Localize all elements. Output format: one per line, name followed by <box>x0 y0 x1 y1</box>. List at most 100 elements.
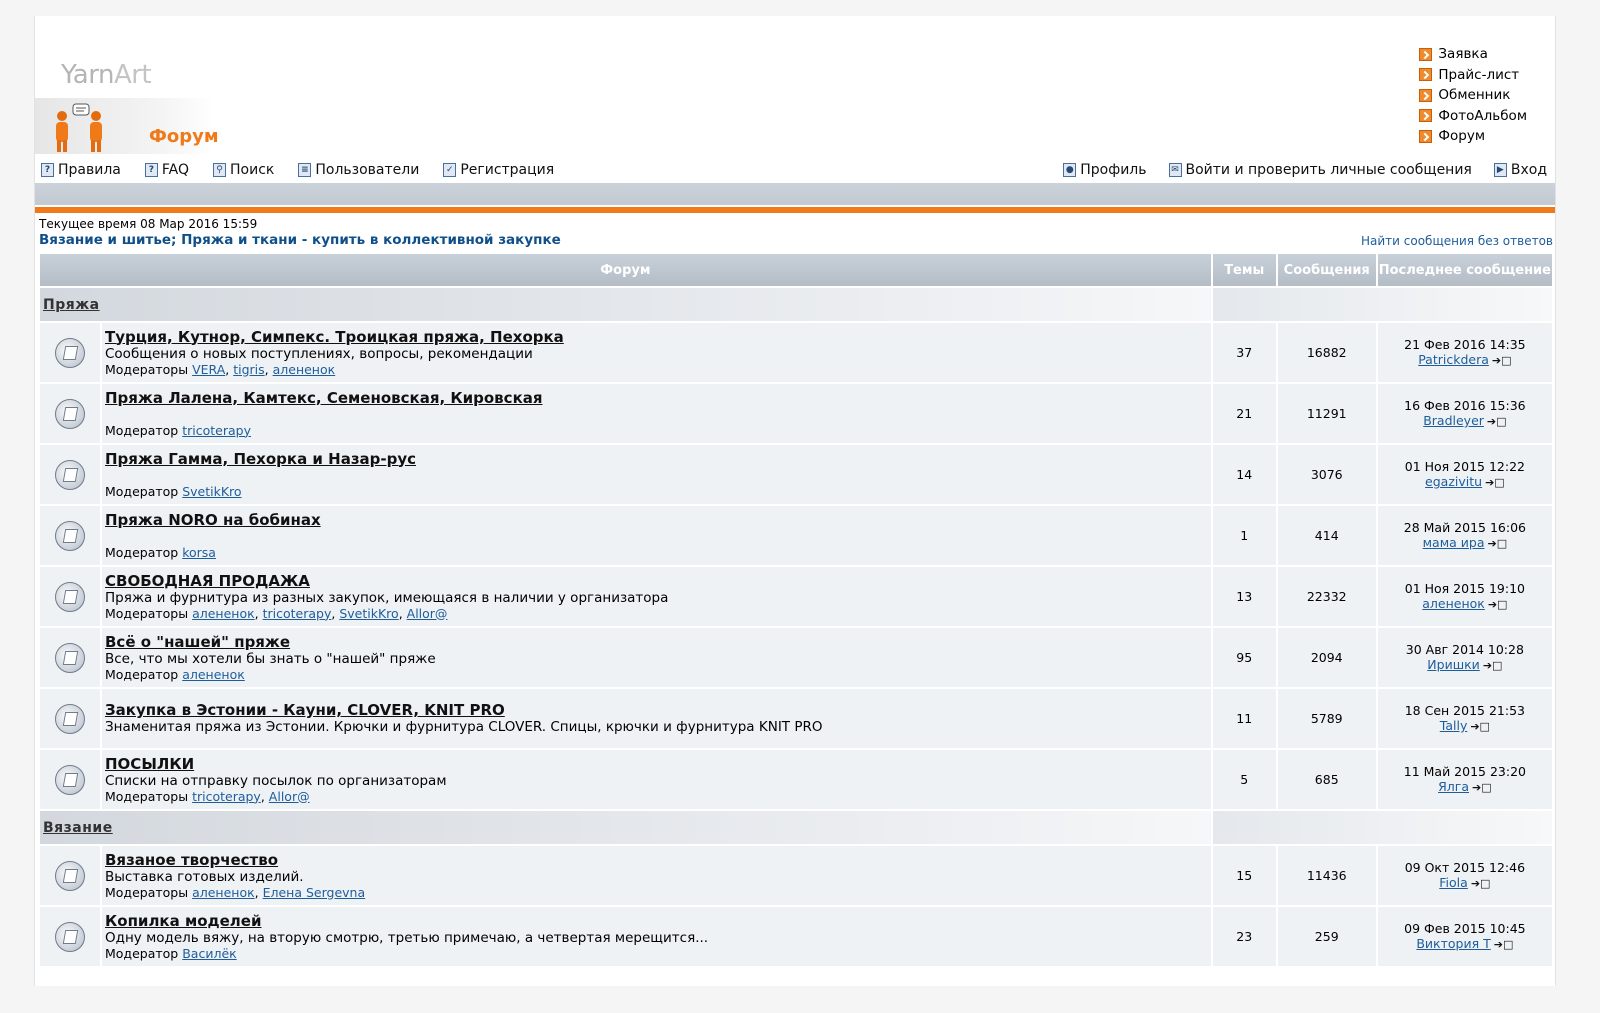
quick-link-photo-album[interactable]: ФотоАльбом <box>1419 106 1527 127</box>
forum-row: Турция, Кутнор, Симпекс. Троицкая пряжа,… <box>40 323 1552 382</box>
help-icon: ? <box>144 163 158 177</box>
forum-folder-icon <box>55 921 85 952</box>
moderator-link[interactable]: SvetikKro <box>182 484 241 499</box>
arrow-icon <box>1419 68 1433 82</box>
moderator-link[interactable]: SvetikKro <box>339 606 398 621</box>
last-post-author-link[interactable]: Fiola <box>1439 875 1468 890</box>
forum-info: Турция, Кутнор, Симпекс. Троицкая пряжа,… <box>102 323 1211 382</box>
header-posts: Сообщения <box>1277 254 1376 286</box>
goto-last-post-icon[interactable]: ➔□ <box>1471 876 1491 891</box>
forum-title-link[interactable]: ПОСЫЛКИ <box>105 755 1211 773</box>
forum-info: Закупка в Эстонии - Кауни, CLOVER, KNIT … <box>102 689 1211 748</box>
category-cell: Пряжа <box>40 288 1211 321</box>
breadcrumb[interactable]: Вязание и шитье; Пряжа и ткани - купить … <box>39 232 561 248</box>
quick-link-exchange[interactable]: Обменник <box>1419 85 1527 106</box>
quick-link-forum[interactable]: Форум <box>1419 126 1527 147</box>
last-post-author-line: алененок ➔□ <box>1379 596 1551 612</box>
forum-topics-count: 14 <box>1212 445 1276 504</box>
forum-title-link[interactable]: Пряжа NORO на бобинах <box>105 511 1211 529</box>
moderators-label: Модератор <box>105 422 179 438</box>
moderator-link[interactable]: tricoterapy <box>263 606 332 621</box>
moderators-label: Модератор <box>105 666 179 682</box>
forum-row: Пряжа Гамма, Пехорка и Назар-рус Модерато… <box>40 445 1552 504</box>
nav-private-messages[interactable]: ✉ Войти и проверить личные сообщения <box>1168 160 1472 180</box>
last-post-author-link[interactable]: egazivitu <box>1425 474 1482 489</box>
goto-last-post-icon[interactable]: ➔□ <box>1487 536 1507 551</box>
quick-link-zayavka[interactable]: Заявка <box>1419 44 1527 65</box>
moderators-label: Модераторы <box>105 788 189 804</box>
forum-title-link[interactable]: Пряжа Гамма, Пехорка и Назар-рус <box>105 450 1211 468</box>
forum-posts-count: 414 <box>1277 506 1376 565</box>
last-post-author-line: egazivitu ➔□ <box>1379 474 1551 490</box>
moderator-link[interactable]: алененок <box>192 606 255 621</box>
site-logo[interactable]: YarnArt Форум <box>35 16 265 156</box>
last-post-author-link[interactable]: мама ира <box>1423 535 1485 550</box>
forum-info: Пряжа Лалена, Камтекс, Семеновская, Киро… <box>102 384 1211 443</box>
moderator-link[interactable]: алененок <box>182 667 245 682</box>
forum-posts-count: 2094 <box>1277 628 1376 687</box>
goto-last-post-icon[interactable]: ➔□ <box>1470 719 1490 734</box>
goto-last-post-icon[interactable]: ➔□ <box>1487 414 1507 429</box>
last-post-date: 09 Фев 2015 10:45 <box>1404 921 1526 936</box>
moderator-link[interactable]: алененок <box>192 885 255 900</box>
forum-moderators: Модератор SvetikKro <box>105 484 1211 499</box>
moderator-link[interactable]: Василёк <box>182 946 236 961</box>
arrow-icon <box>1419 129 1433 143</box>
moderator-link[interactable]: Allor@ <box>269 789 310 804</box>
forum-row: Вязаное творчество Выставка готовых издел… <box>40 846 1552 905</box>
moderator-link[interactable]: tigris <box>233 362 264 377</box>
nav-login[interactable]: ▶ Вход <box>1493 160 1547 180</box>
category-title[interactable]: Вязание <box>43 820 113 836</box>
forum-moderators: Модераторы алененок, tricoterapy, Svetik… <box>105 605 448 621</box>
forum-last-post: 30 Авг 2014 10:28 Иришки ➔□ <box>1377 628 1552 687</box>
moderator-link[interactable]: korsa <box>182 545 216 560</box>
last-post-author-link[interactable]: Bradleyer <box>1423 413 1484 428</box>
moderator-link[interactable]: Allor@ <box>407 606 448 621</box>
nav-members[interactable]: ≡ Пользователи <box>298 160 419 180</box>
forum-title-link[interactable]: СВОБОДНАЯ ПРОДАЖА <box>105 572 1211 590</box>
goto-last-post-icon[interactable]: ➔□ <box>1492 353 1512 368</box>
last-post-author-link[interactable]: Виктория Т <box>1416 936 1490 951</box>
last-post-date: 11 Май 2015 23:20 <box>1403 764 1526 779</box>
forum-topics-count: 37 <box>1212 323 1276 382</box>
goto-last-post-icon[interactable]: ➔□ <box>1494 937 1514 952</box>
last-post-author-link[interactable]: Ялга <box>1438 779 1469 794</box>
goto-last-post-icon[interactable]: ➔□ <box>1472 780 1492 795</box>
category-title[interactable]: Пряжа <box>43 297 100 313</box>
last-post-author-link[interactable]: Tally <box>1440 718 1468 733</box>
nav-faq[interactable]: ? FAQ <box>144 160 189 180</box>
last-post-author-line: Fiola ➔□ <box>1379 875 1551 891</box>
forum-folder-icon <box>55 642 85 673</box>
forum-title-link[interactable]: Вязаное творчество <box>105 851 1211 869</box>
moderator-link[interactable]: алененок <box>273 362 336 377</box>
nav-profile[interactable]: ● Профиль <box>1063 160 1147 180</box>
quick-link-price-list[interactable]: Прайс-лист <box>1419 65 1527 86</box>
goto-last-post-icon[interactable]: ➔□ <box>1485 475 1505 490</box>
unanswered-posts-link[interactable]: Найти сообщения без ответов <box>1361 234 1553 248</box>
last-post-author-link[interactable]: Patrickdera <box>1418 352 1489 367</box>
forum-title-link[interactable]: Всё о "нашей" пряже <box>105 633 1211 651</box>
nav-search[interactable]: ⚲ Поиск <box>213 160 274 180</box>
forum-title-link[interactable]: Копилка моделей <box>105 912 1211 930</box>
moderator-link[interactable]: VERA <box>192 362 225 377</box>
moderator-link[interactable]: tricoterapy <box>192 789 261 804</box>
forum-icon-cell <box>40 323 100 382</box>
last-post-author-line: Tally ➔□ <box>1379 718 1551 734</box>
forum-folder-icon <box>55 860 85 891</box>
page: YarnArt Форум Заявка Прайс-лист Обменник… <box>34 16 1556 986</box>
moderator-link[interactable]: tricoterapy <box>182 423 251 438</box>
forum-icon-cell <box>40 907 100 966</box>
nav-rules[interactable]: ? Правила <box>41 160 121 180</box>
forum-title-link[interactable]: Пряжа Лалена, Камтекс, Семеновская, Киро… <box>105 389 1211 407</box>
goto-last-post-icon[interactable]: ➔□ <box>1483 658 1503 673</box>
moderator-link[interactable]: Елена Sergevna <box>263 885 366 900</box>
forum-title-link[interactable]: Закупка в Эстонии - Кауни, CLOVER, KNIT … <box>105 702 1211 719</box>
last-post-author-link[interactable]: Иришки <box>1427 657 1480 672</box>
forum-last-post: 28 Май 2015 16:06 мама ира ➔□ <box>1377 506 1552 565</box>
last-post-author-link[interactable]: алененок <box>1422 596 1485 611</box>
goto-last-post-icon[interactable]: ➔□ <box>1488 597 1508 612</box>
forum-icon-cell <box>40 628 100 687</box>
nav-register[interactable]: ✓ Регистрация <box>443 160 554 180</box>
forum-title-link[interactable]: Турция, Кутнор, Симпекс. Троицкая пряжа,… <box>105 328 1211 346</box>
last-post-date: 30 Авг 2014 10:28 <box>1405 642 1524 657</box>
